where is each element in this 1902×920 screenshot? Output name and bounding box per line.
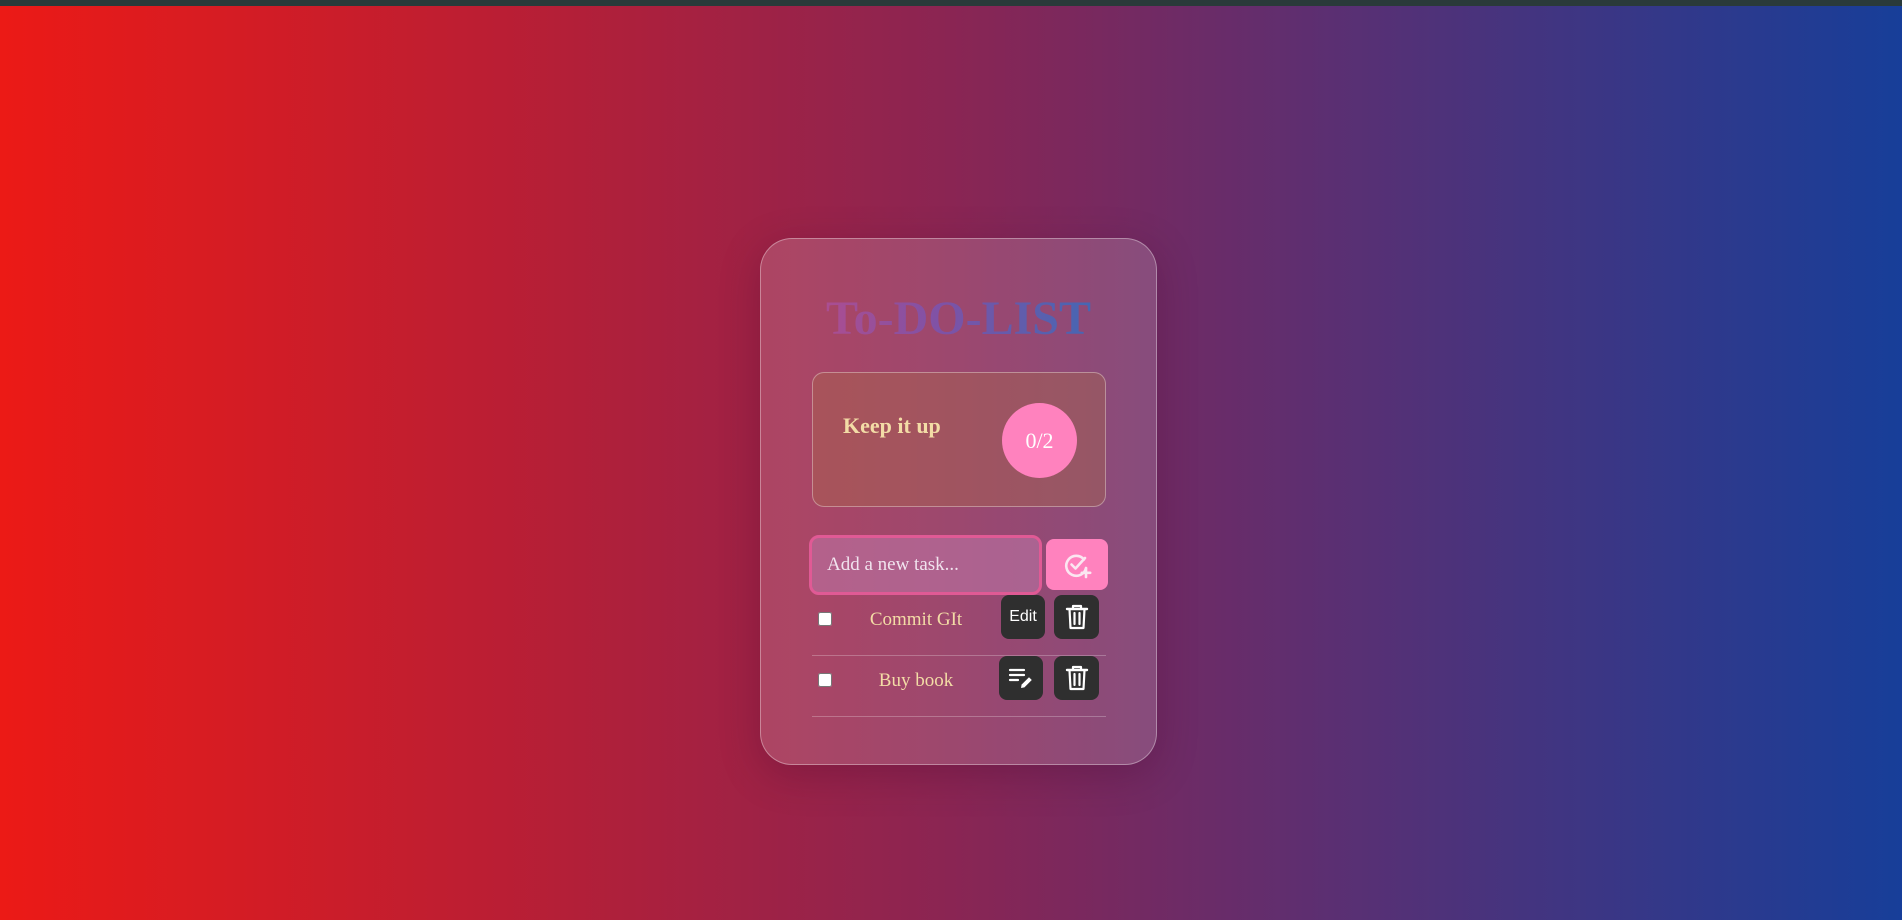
add-task-button[interactable] xyxy=(1046,539,1108,590)
task-checkbox[interactable] xyxy=(818,612,832,626)
task-checkbox[interactable] xyxy=(818,673,832,687)
trash-icon xyxy=(1065,665,1089,691)
browser-top-bar xyxy=(0,0,1902,6)
progress-panel: Keep it up 0/2 xyxy=(812,372,1106,507)
task-item: Commit GIt Edit xyxy=(812,595,1106,656)
edit-list-icon xyxy=(1008,666,1034,690)
app-title: To-DO-LIST xyxy=(761,295,1156,343)
task-text: Buy book xyxy=(878,670,954,691)
check-circle-plus-icon xyxy=(1062,550,1092,580)
trash-icon xyxy=(1065,604,1089,630)
new-task-input[interactable] xyxy=(809,535,1042,595)
progress-counter: 0/2 xyxy=(1002,403,1077,478)
progress-message: Keep it up xyxy=(843,413,941,438)
delete-task-button[interactable] xyxy=(1054,656,1099,700)
delete-task-button[interactable] xyxy=(1054,595,1099,639)
add-task-form xyxy=(809,535,1109,595)
edit-task-button[interactable] xyxy=(999,656,1043,700)
edit-task-button[interactable]: Edit xyxy=(1001,595,1045,639)
task-item: Buy book xyxy=(812,656,1106,717)
task-text: Commit GIt xyxy=(869,609,963,630)
todo-card: To-DO-LIST Keep it up 0/2 Commit GIt Edi… xyxy=(760,238,1157,765)
